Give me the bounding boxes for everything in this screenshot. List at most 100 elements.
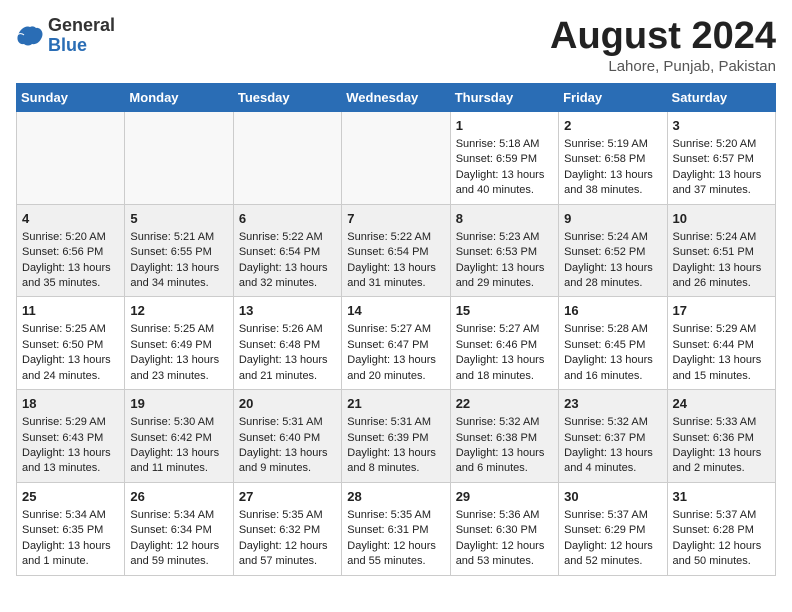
sunset-text: Sunset: 6:32 PM	[239, 523, 336, 538]
day-number: 21	[347, 395, 444, 413]
sunset-text: Sunset: 6:46 PM	[456, 338, 553, 353]
sunset-text: Sunset: 6:44 PM	[673, 338, 770, 353]
sunrise-text: Sunrise: 5:19 AM	[564, 137, 661, 152]
sunrise-text: Sunrise: 5:25 AM	[130, 322, 227, 337]
daylight-text: Daylight: 13 hours and 26 minutes.	[673, 261, 770, 292]
daylight-text: Daylight: 12 hours and 53 minutes.	[456, 539, 553, 570]
header-day-tuesday: Tuesday	[233, 83, 341, 111]
sunrise-text: Sunrise: 5:35 AM	[239, 508, 336, 523]
daylight-text: Daylight: 13 hours and 40 minutes.	[456, 168, 553, 199]
daylight-text: Daylight: 13 hours and 4 minutes.	[564, 446, 661, 477]
day-number: 18	[22, 395, 119, 413]
daylight-text: Daylight: 13 hours and 18 minutes.	[456, 353, 553, 384]
calendar-cell: 10 Sunrise: 5:24 AMSunset: 6:51 PMDayligh…	[667, 204, 775, 297]
header-day-sunday: Sunday	[17, 83, 125, 111]
calendar-cell: 11Sunrise: 5:25 AMSunset: 6:50 PMDayligh…	[17, 297, 125, 390]
sunrise-text: Sunrise: 5:24 AM	[673, 230, 770, 245]
sunrise-text: Sunrise: 5:32 AM	[456, 415, 553, 430]
calendar-cell: 1Sunrise: 5:18 AMSunset: 6:59 PMDaylight…	[450, 111, 558, 204]
calendar-cell: 3Sunrise: 5:20 AMSunset: 6:57 PMDaylight…	[667, 111, 775, 204]
calendar-cell	[125, 111, 233, 204]
day-number: 10	[673, 210, 770, 228]
day-number: 17	[673, 302, 770, 320]
header-day-saturday: Saturday	[667, 83, 775, 111]
daylight-text: Daylight: 13 hours and 21 minutes.	[239, 353, 336, 384]
daylight-text: Daylight: 13 hours and 35 minutes.	[22, 261, 119, 292]
daylight-text: Daylight: 13 hours and 32 minutes.	[239, 261, 336, 292]
sunset-text: Sunset: 6:30 PM	[456, 523, 553, 538]
sunrise-text: Sunrise: 5:21 AM	[130, 230, 227, 245]
sunset-text: Sunset: 6:51 PM	[673, 245, 770, 260]
logo-text: General Blue	[48, 16, 115, 56]
sunrise-text: Sunrise: 5:36 AM	[456, 508, 553, 523]
calendar-cell: 25Sunrise: 5:34 AMSunset: 6:35 PMDayligh…	[17, 482, 125, 575]
day-number: 13	[239, 302, 336, 320]
sunset-text: Sunset: 6:34 PM	[130, 523, 227, 538]
sunrise-text: Sunrise: 5:37 AM	[673, 508, 770, 523]
day-number: 15	[456, 302, 553, 320]
daylight-text: Daylight: 12 hours and 52 minutes.	[564, 539, 661, 570]
day-number: 31	[673, 488, 770, 506]
sunset-text: Sunset: 6:42 PM	[130, 431, 227, 446]
calendar-cell	[342, 111, 450, 204]
calendar-cell: 30Sunrise: 5:37 AMSunset: 6:29 PMDayligh…	[559, 482, 667, 575]
sunrise-text: Sunrise: 5:34 AM	[130, 508, 227, 523]
daylight-text: Daylight: 12 hours and 50 minutes.	[673, 539, 770, 570]
calendar-cell: 27Sunrise: 5:35 AMSunset: 6:32 PMDayligh…	[233, 482, 341, 575]
day-number: 3	[673, 117, 770, 135]
day-number: 30	[564, 488, 661, 506]
daylight-text: Daylight: 13 hours and 11 minutes.	[130, 446, 227, 477]
calendar-cell: 12Sunrise: 5:25 AMSunset: 6:49 PMDayligh…	[125, 297, 233, 390]
calendar-cell: 19Sunrise: 5:30 AMSunset: 6:42 PMDayligh…	[125, 390, 233, 483]
daylight-text: Daylight: 13 hours and 23 minutes.	[130, 353, 227, 384]
calendar-cell: 17 Sunrise: 5:29 AMSunset: 6:44 PMDayligh…	[667, 297, 775, 390]
day-number: 27	[239, 488, 336, 506]
sunset-text: Sunset: 6:35 PM	[22, 523, 119, 538]
calendar-week-1: 1Sunrise: 5:18 AMSunset: 6:59 PMDaylight…	[17, 111, 776, 204]
calendar-cell: 13Sunrise: 5:26 AMSunset: 6:48 PMDayligh…	[233, 297, 341, 390]
day-number: 23	[564, 395, 661, 413]
sunset-text: Sunset: 6:48 PM	[239, 338, 336, 353]
daylight-text: Daylight: 13 hours and 16 minutes.	[564, 353, 661, 384]
calendar-week-4: 18Sunrise: 5:29 AMSunset: 6:43 PMDayligh…	[17, 390, 776, 483]
day-number: 9	[564, 210, 661, 228]
day-number: 2	[564, 117, 661, 135]
calendar-table: SundayMondayTuesdayWednesdayThursdayFrid…	[16, 83, 776, 576]
sunrise-text: Sunrise: 5:27 AM	[347, 322, 444, 337]
sunrise-text: Sunrise: 5:24 AM	[564, 230, 661, 245]
calendar-cell: 7Sunrise: 5:22 AMSunset: 6:54 PMDaylight…	[342, 204, 450, 297]
sunrise-text: Sunrise: 5:32 AM	[564, 415, 661, 430]
header-row: SundayMondayTuesdayWednesdayThursdayFrid…	[17, 83, 776, 111]
daylight-text: Daylight: 13 hours and 15 minutes.	[673, 353, 770, 384]
day-number: 25	[22, 488, 119, 506]
sunset-text: Sunset: 6:37 PM	[564, 431, 661, 446]
day-number: 6	[239, 210, 336, 228]
sunset-text: Sunset: 6:31 PM	[347, 523, 444, 538]
sunset-text: Sunset: 6:50 PM	[22, 338, 119, 353]
title-block: August 2024 Lahore, Punjab, Pakistan	[550, 16, 776, 75]
calendar-cell: 18Sunrise: 5:29 AMSunset: 6:43 PMDayligh…	[17, 390, 125, 483]
day-number: 12	[130, 302, 227, 320]
day-number: 1	[456, 117, 553, 135]
calendar-week-5: 25Sunrise: 5:34 AMSunset: 6:35 PMDayligh…	[17, 482, 776, 575]
daylight-text: Daylight: 13 hours and 24 minutes.	[22, 353, 119, 384]
sunrise-text: Sunrise: 5:20 AM	[673, 137, 770, 152]
calendar-cell: 14Sunrise: 5:27 AMSunset: 6:47 PMDayligh…	[342, 297, 450, 390]
header-day-thursday: Thursday	[450, 83, 558, 111]
day-number: 22	[456, 395, 553, 413]
daylight-text: Daylight: 13 hours and 1 minute.	[22, 539, 119, 570]
day-number: 7	[347, 210, 444, 228]
day-number: 26	[130, 488, 227, 506]
daylight-text: Daylight: 13 hours and 31 minutes.	[347, 261, 444, 292]
sunset-text: Sunset: 6:43 PM	[22, 431, 119, 446]
sunset-text: Sunset: 6:47 PM	[347, 338, 444, 353]
header-day-wednesday: Wednesday	[342, 83, 450, 111]
sunset-text: Sunset: 6:57 PM	[673, 152, 770, 167]
calendar-cell: 16Sunrise: 5:28 AMSunset: 6:45 PMDayligh…	[559, 297, 667, 390]
logo-bird-icon	[16, 25, 44, 47]
daylight-text: Daylight: 13 hours and 28 minutes.	[564, 261, 661, 292]
calendar-header: SundayMondayTuesdayWednesdayThursdayFrid…	[17, 83, 776, 111]
sunset-text: Sunset: 6:28 PM	[673, 523, 770, 538]
sunrise-text: Sunrise: 5:29 AM	[673, 322, 770, 337]
calendar-cell: 5Sunrise: 5:21 AMSunset: 6:55 PMDaylight…	[125, 204, 233, 297]
